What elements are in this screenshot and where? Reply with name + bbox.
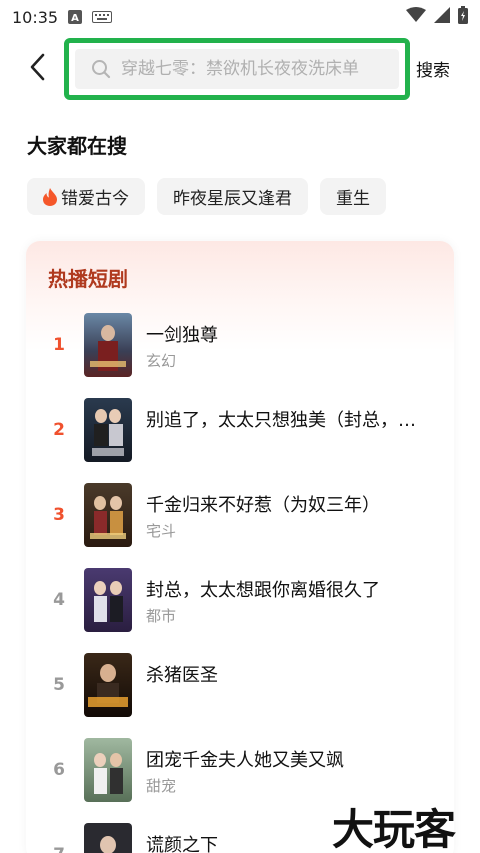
- poster-image: [84, 483, 132, 547]
- rank-number: 6: [53, 760, 65, 780]
- poster-image: [84, 653, 132, 717]
- drama-title: 团宠千金夫人她又美又飒: [146, 750, 344, 771]
- drama-title: 别追了，太太只想独美（封总，…: [146, 410, 416, 431]
- search-button[interactable]: 搜索: [416, 56, 450, 81]
- hot-search-chip[interactable]: 错爱古今: [27, 178, 145, 215]
- list-item[interactable]: 3 千金归来不好惹（为奴三年） 宅斗: [26, 483, 454, 549]
- battery-icon: [458, 6, 468, 28]
- rank-number: 3: [53, 505, 65, 525]
- svg-text:A: A: [71, 13, 79, 24]
- drama-title: 杀猪医圣: [146, 665, 218, 686]
- search-input[interactable]: [121, 59, 399, 79]
- rank-number: 7: [52, 845, 66, 853]
- poster-image: [84, 398, 132, 462]
- drama-title: 千金归来不好惹（为奴三年）: [146, 495, 380, 516]
- drama-genre: 玄幻: [146, 352, 177, 370]
- signal-icon: [434, 7, 450, 27]
- fire-icon: [43, 187, 57, 206]
- drama-genre: 都市: [146, 607, 177, 625]
- rank-number: 4: [53, 590, 65, 610]
- hot-search-chip[interactable]: 重生: [320, 178, 386, 215]
- keyboard-a-icon: A: [68, 10, 83, 24]
- rank-number: 2: [53, 420, 65, 440]
- hot-search-chip[interactable]: 昨夜星辰又逢君: [157, 178, 308, 215]
- rank-number: 1: [53, 335, 65, 355]
- poster-image: [84, 313, 132, 377]
- chip-label: 昨夜星辰又逢君: [173, 189, 292, 209]
- chip-label: 重生: [336, 189, 370, 209]
- status-time: 10:35: [12, 7, 59, 27]
- search-highlight: [64, 38, 410, 100]
- search-box[interactable]: [75, 49, 399, 89]
- watermark: 大玩客: [332, 805, 456, 853]
- hot-searches-title: 大家都在搜: [27, 134, 127, 158]
- drama-genre: 宅斗: [146, 522, 177, 540]
- list-item[interactable]: 5 杀猪医圣: [26, 653, 454, 719]
- status-bar: 10:35 A: [0, 0, 480, 34]
- list-item[interactable]: 1 一剑独尊 玄幻: [26, 313, 454, 379]
- wifi-icon: [406, 7, 426, 27]
- keyboard-icon: [92, 11, 113, 23]
- poster-image: [84, 823, 132, 853]
- list-item[interactable]: 4 封总，太太想跟你离婚很久了 都市: [26, 568, 454, 634]
- drama-title: 封总，太太想跟你离婚很久了: [146, 580, 380, 601]
- back-button[interactable]: [22, 50, 52, 84]
- hot-drama-card: 热播短剧 1 一剑独尊 玄幻 2 别追了，太太只想独美（封总，… 3 千金归来不…: [26, 241, 454, 853]
- poster-image: [84, 568, 132, 632]
- hot-search-chips: 错爱古今 昨夜星辰又逢君 重生: [27, 178, 386, 215]
- hot-drama-title: 热播短剧: [48, 267, 128, 291]
- search-bar: 搜索: [0, 36, 480, 100]
- list-item[interactable]: 6 团宠千金夫人她又美又飒 甜宠: [26, 738, 454, 804]
- chevron-left-icon: [30, 53, 45, 81]
- chip-label: 错爱古今: [61, 189, 129, 209]
- rank-number: 5: [53, 675, 65, 695]
- poster-image: [84, 738, 132, 802]
- drama-genre: 甜宠: [146, 777, 177, 795]
- search-icon: [91, 59, 111, 79]
- drama-title: 一剑独尊: [146, 325, 218, 346]
- list-item[interactable]: 2 别追了，太太只想独美（封总，…: [26, 398, 454, 464]
